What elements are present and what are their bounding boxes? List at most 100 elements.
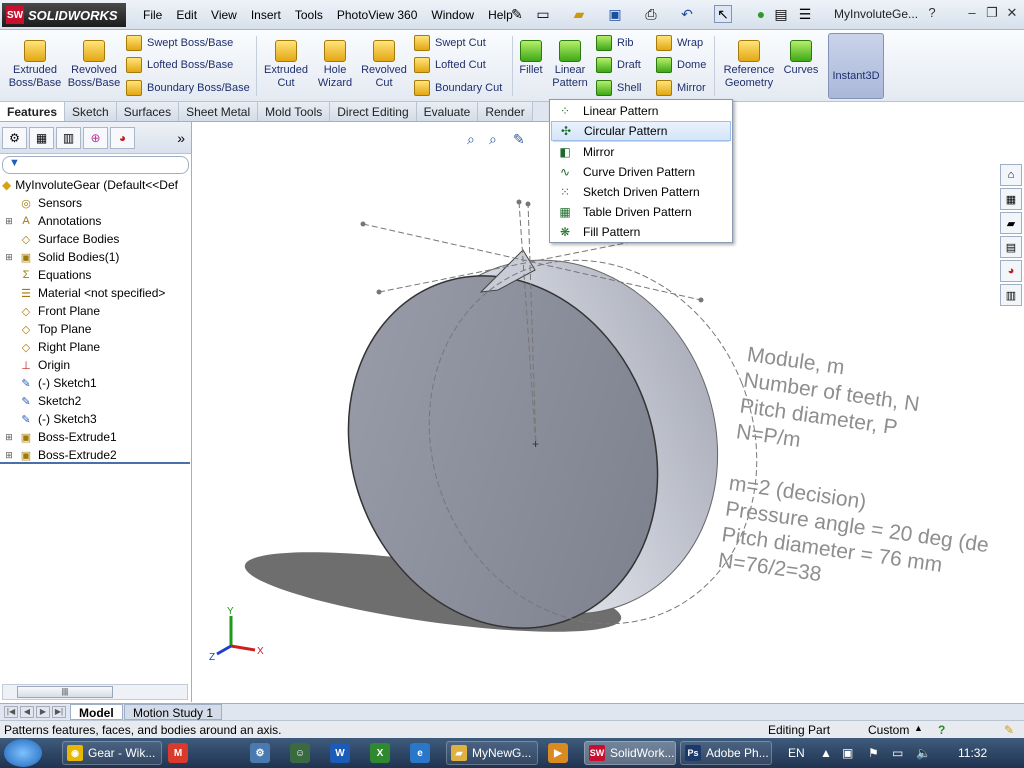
rebuild-icon[interactable]: ●: [752, 5, 770, 23]
tray-chevron-icon[interactable]: ▲: [820, 746, 832, 760]
units-chevron-up-icon[interactable]: ▲: [914, 723, 923, 733]
menu-photoview[interactable]: PhotoView 360: [330, 8, 425, 22]
scroll-thumb[interactable]: |||: [17, 686, 113, 698]
reference-geometry-button[interactable]: Reference Geometry: [720, 40, 778, 90]
file-explorer-icon[interactable]: ▰: [1000, 212, 1022, 234]
pin-icon[interactable]: ✎: [508, 5, 526, 23]
viewport-restore-icon[interactable]: ❐: [952, 122, 962, 123]
tree-item[interactable]: ✎ (-) Sketch1: [0, 374, 191, 392]
tab-evaluate[interactable]: Evaluate: [416, 102, 479, 121]
view-palette-icon[interactable]: ▤: [1000, 236, 1022, 258]
lofted-cut-button[interactable]: Lofted Cut: [414, 55, 486, 75]
tree-item[interactable]: ◇ Right Plane: [0, 338, 191, 356]
boundary-cut-button[interactable]: Boundary Cut: [414, 78, 502, 98]
view-tile-icon[interactable]: ▭: [901, 122, 911, 123]
expand-panel-icon[interactable]: »: [177, 130, 185, 146]
tree-root-part[interactable]: ◆ MyInvoluteGear (Default<<Def: [0, 176, 191, 194]
tab-render[interactable]: Render: [478, 102, 533, 121]
first-tab-icon[interactable]: |◀: [4, 706, 18, 718]
units-selector[interactable]: Custom: [868, 723, 909, 737]
property-manager-tab-icon[interactable]: ▦: [29, 126, 54, 149]
configuration-manager-tab-icon[interactable]: ▥: [56, 126, 81, 149]
restore-icon[interactable]: ❐: [982, 5, 1002, 23]
tab-mold-tools[interactable]: Mold Tools: [258, 102, 331, 121]
tree-item[interactable]: ◇ Top Plane: [0, 320, 191, 338]
display-icon[interactable]: ▭: [892, 746, 903, 760]
network-icon[interactable]: ▣: [842, 746, 853, 760]
tab-surfaces[interactable]: Surfaces: [116, 102, 180, 121]
rib-button[interactable]: Rib: [596, 33, 634, 53]
gmail-icon[interactable]: M: [168, 743, 188, 763]
start-button[interactable]: [4, 739, 42, 767]
dome-button[interactable]: Dome: [656, 55, 706, 75]
rebuild-status-icon[interactable]: ✎: [1004, 723, 1014, 737]
last-tab-icon[interactable]: ▶|: [52, 706, 66, 718]
word-icon[interactable]: W: [330, 743, 350, 763]
taskbar-app-photoshop[interactable]: Ps Adobe Ph...: [680, 741, 772, 765]
tree-item[interactable]: ◇ Front Plane: [0, 302, 191, 320]
menu-view[interactable]: View: [204, 8, 244, 22]
mirror-button[interactable]: Mirror: [656, 78, 706, 98]
print-icon[interactable]: ⎙: [642, 5, 660, 23]
extruded-cut-button[interactable]: Extruded Cut: [262, 40, 310, 90]
fillet-button[interactable]: Fillet: [516, 40, 546, 77]
tree-item[interactable]: ⊥ Origin: [0, 356, 191, 374]
viewport-close-icon[interactable]: ✕: [970, 122, 979, 123]
tree-rollback-bar[interactable]: [0, 462, 190, 464]
settings-icon[interactable]: ⚙: [250, 743, 270, 763]
extruded-boss-button[interactable]: Extruded Boss/Base: [8, 40, 62, 90]
viewport-minimize-icon[interactable]: –: [938, 122, 944, 123]
options-icon[interactable]: ☰: [796, 5, 814, 23]
hole-wizard-button[interactable]: Hole Wizard: [312, 40, 358, 90]
undo-icon[interactable]: ↶: [678, 5, 696, 23]
menu-window[interactable]: Window: [424, 8, 481, 22]
swept-boss-button[interactable]: Swept Boss/Base: [126, 33, 233, 53]
help-icon[interactable]: ?: [922, 5, 942, 23]
minimize-icon[interactable]: –: [962, 5, 982, 23]
tree-item[interactable]: ◇ Surface Bodies: [0, 230, 191, 248]
close-icon[interactable]: ✕: [1002, 5, 1022, 23]
flag-icon[interactable]: ⚑: [868, 746, 879, 760]
instant3d-button[interactable]: Instant3D: [828, 33, 884, 99]
tree-item[interactable]: ⊞ ▣ Boss-Extrude1: [0, 428, 191, 446]
display-manager-tab-icon[interactable]: ◕: [110, 126, 135, 149]
app-icon[interactable]: ☺: [290, 743, 310, 763]
language-indicator[interactable]: EN: [788, 746, 805, 760]
custom-properties-icon[interactable]: ▥: [1000, 284, 1022, 306]
prev-tab-icon[interactable]: ◀: [20, 706, 34, 718]
select-arrow-icon[interactable]: ↖: [714, 5, 732, 23]
next-tab-icon[interactable]: ▶: [36, 706, 50, 718]
volume-icon[interactable]: 🔈: [916, 746, 931, 760]
revolved-cut-button[interactable]: Revolved Cut: [360, 40, 408, 90]
expand-icon[interactable]: ⊞: [4, 252, 14, 263]
tree-item[interactable]: ☰ Material <not specified>: [0, 284, 191, 302]
tree-item[interactable]: ⊞ A Annotations: [0, 212, 191, 230]
dropdown-option-curve-driven-pattern[interactable]: ∿ Curve Driven Pattern: [551, 162, 731, 182]
tab-model[interactable]: Model: [70, 704, 123, 720]
tab-direct-editing[interactable]: Direct Editing: [330, 102, 417, 121]
shell-button[interactable]: Shell: [596, 78, 641, 98]
swept-cut-button[interactable]: Swept Cut: [414, 33, 486, 53]
solidworks-logo[interactable]: SW SOLIDWORKS: [2, 3, 126, 27]
menu-insert[interactable]: Insert: [244, 8, 288, 22]
menu-tools[interactable]: Tools: [288, 8, 330, 22]
taskbar-app-solidworks[interactable]: SW SolidWork...: [584, 741, 676, 765]
tab-sheet-metal[interactable]: Sheet Metal: [179, 102, 259, 121]
tab-sketch[interactable]: Sketch: [65, 102, 117, 121]
expand-icon[interactable]: ⊞: [4, 450, 14, 461]
open-folder-icon[interactable]: ▰: [570, 5, 588, 23]
tab-features[interactable]: Features: [0, 102, 66, 121]
draft-button[interactable]: Draft: [596, 55, 641, 75]
expand-icon[interactable]: ⊞: [4, 216, 14, 227]
panel-horizontal-scrollbar[interactable]: |||: [2, 684, 188, 700]
tree-item[interactable]: ◎ Sensors: [0, 194, 191, 212]
home-icon[interactable]: ⌂: [1000, 164, 1022, 186]
dropdown-option-linear-pattern[interactable]: ⁘ Linear Pattern: [551, 101, 731, 121]
menu-file[interactable]: File: [136, 8, 169, 22]
media-player-icon[interactable]: ▶: [548, 743, 568, 763]
dropdown-option-mirror[interactable]: ◧ Mirror: [551, 142, 731, 162]
view-split-icon[interactable]: ▭: [919, 122, 929, 123]
excel-icon[interactable]: X: [370, 743, 390, 763]
tree-filter-input[interactable]: ▼: [2, 156, 189, 174]
new-document-icon[interactable]: ▭: [534, 5, 552, 23]
